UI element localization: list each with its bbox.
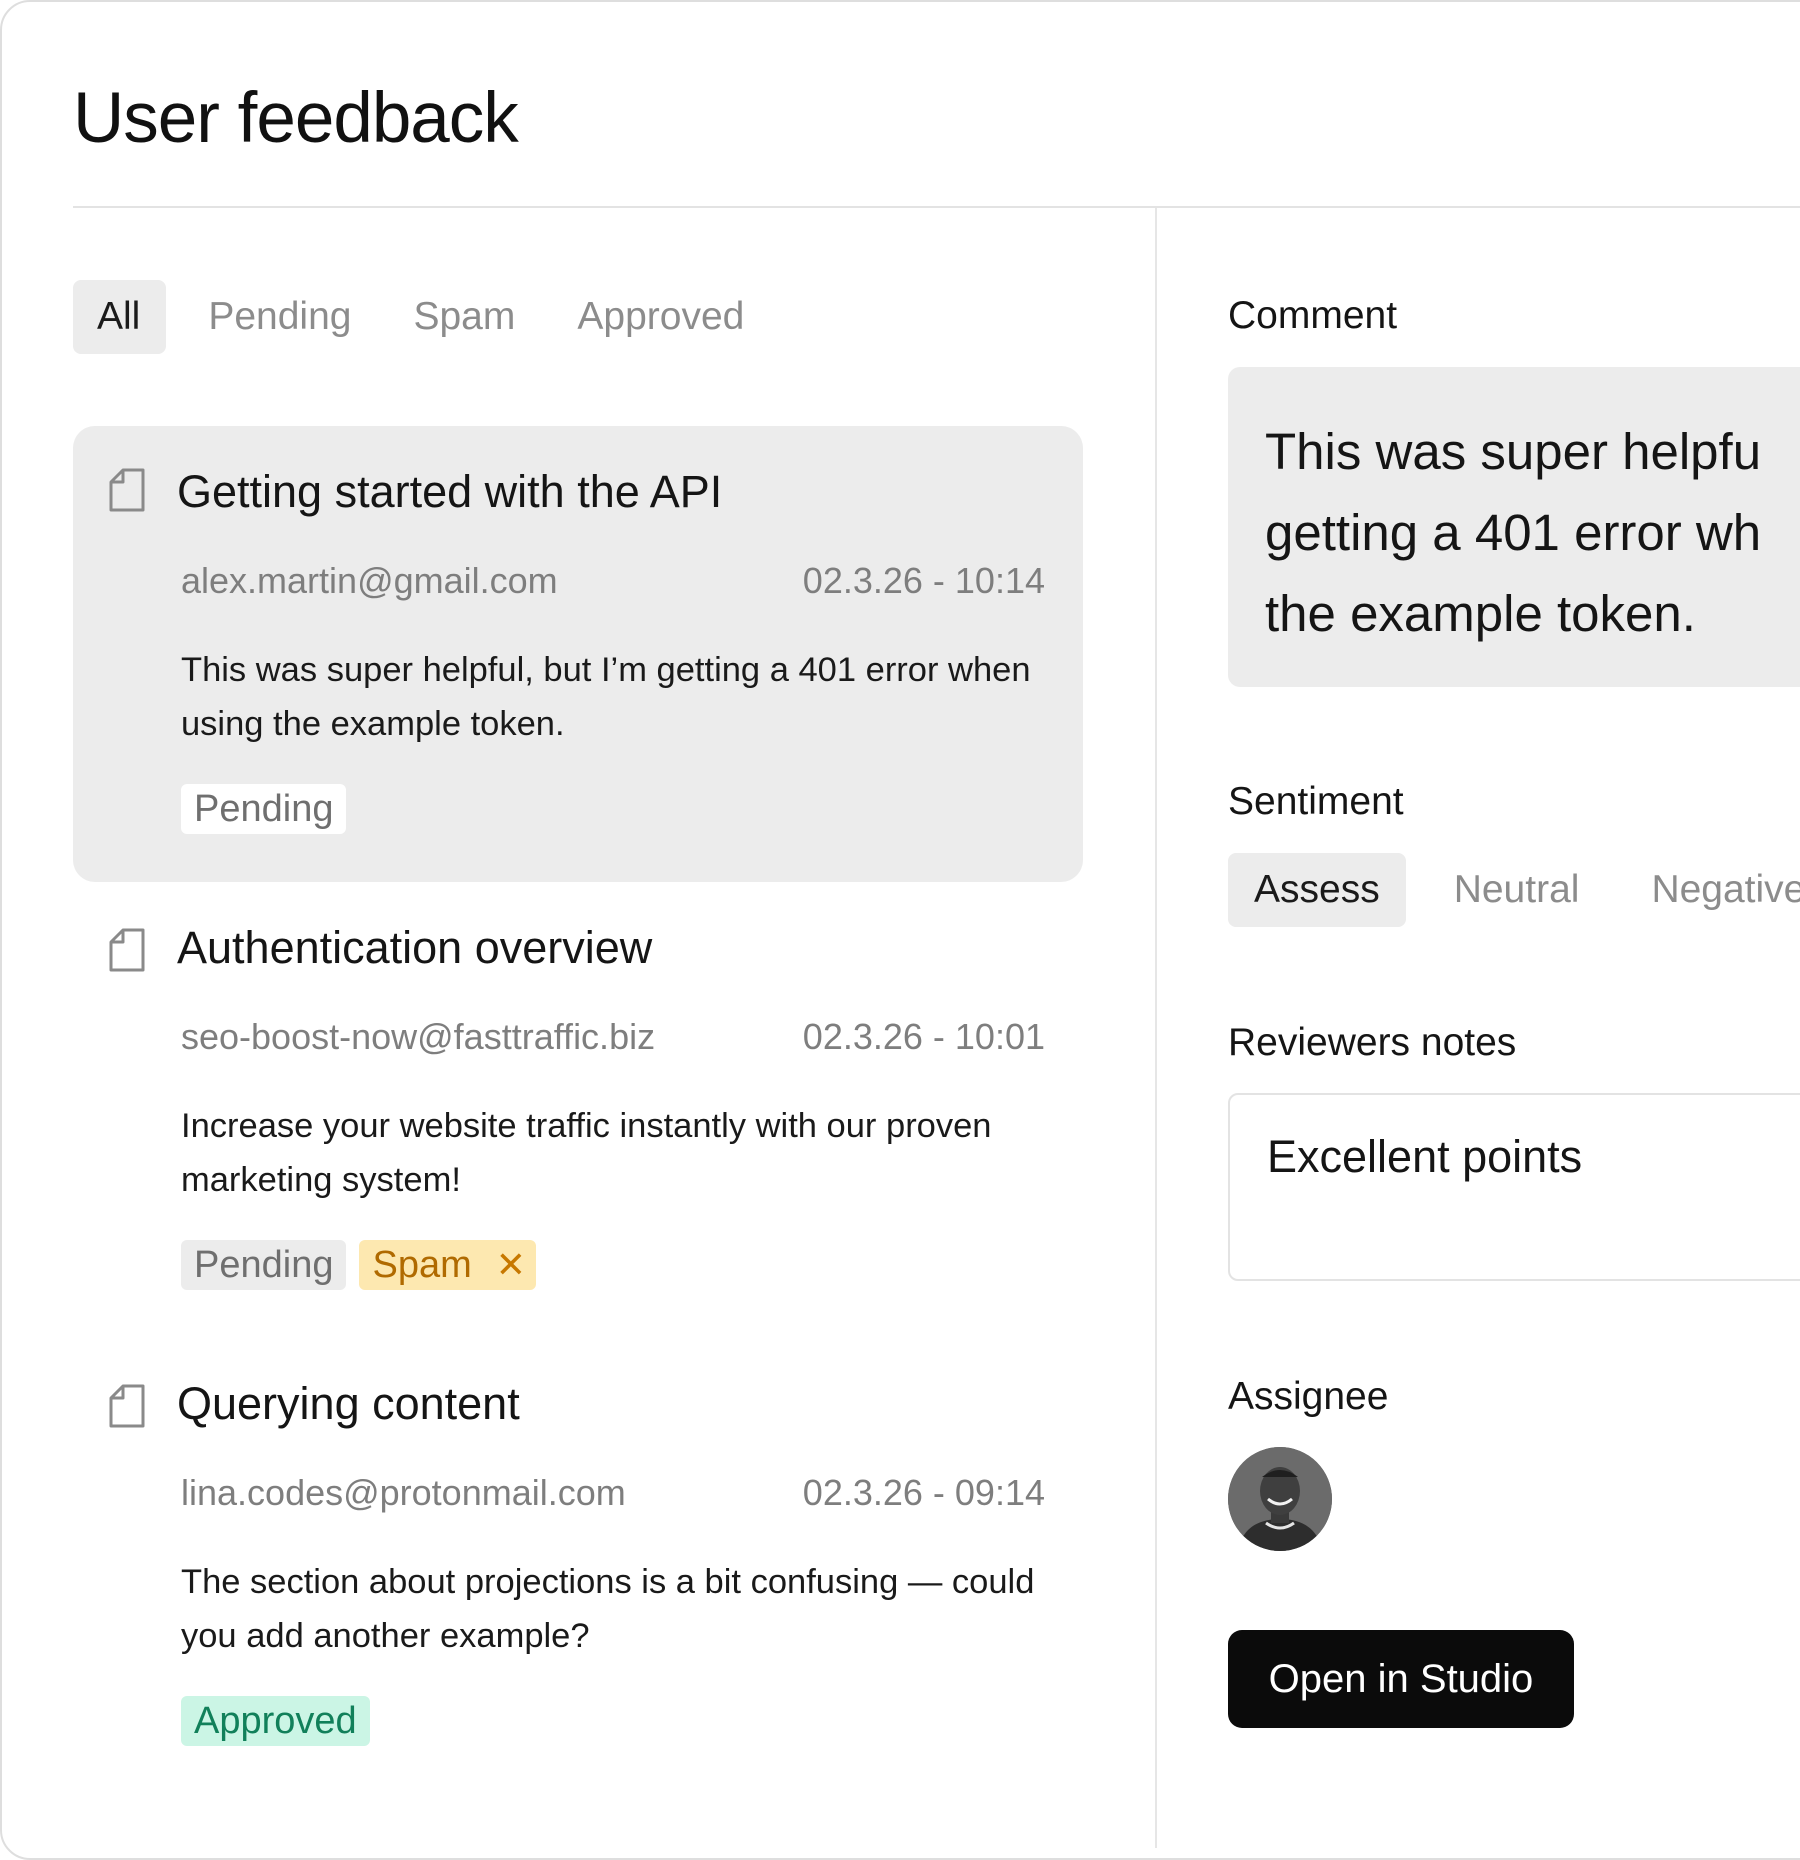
tab-pending[interactable]: Pending — [188, 280, 371, 354]
feedback-email: alex.martin@gmail.com — [181, 560, 558, 601]
status-badge-pending: Pending — [181, 1240, 347, 1290]
assignee-label: Assignee — [1228, 1375, 1389, 1418]
feedback-tags: Pending Spam ✕ — [181, 1240, 536, 1290]
feedback-title: Authentication overview — [177, 922, 653, 973]
feedback-comment: This was super helpful, but I’m getting … — [181, 651, 1031, 743]
sentiment-neutral[interactable]: Neutral — [1430, 853, 1604, 927]
tab-spam[interactable]: Spam — [393, 280, 535, 354]
feedback-comment: Increase your website traffic instantly … — [181, 1107, 992, 1199]
feedback-item[interactable]: Getting started with the API alex.martin… — [73, 426, 1083, 882]
column-divider — [1155, 208, 1157, 1848]
sentiment-assess[interactable]: Assess — [1228, 853, 1406, 927]
status-badge-approved: Approved — [181, 1696, 370, 1746]
feedback-meta: seo-boost-now@fasttraffic.biz 02.3.26 - … — [181, 1016, 1045, 1058]
feedback-title: Getting started with the API — [177, 466, 723, 517]
avatar[interactable] — [1228, 1447, 1332, 1551]
comment-line: the example token. — [1265, 585, 1696, 642]
feedback-timestamp: 02.3.26 - 10:01 — [802, 1016, 1045, 1057]
comment-line: This was super helpfu — [1265, 423, 1762, 480]
feedback-tags: Pending — [181, 784, 347, 834]
sentiment-label: Sentiment — [1228, 780, 1404, 823]
reviewers-notes-field[interactable]: Excellent points — [1228, 1093, 1800, 1281]
tab-approved[interactable]: Approved — [557, 280, 764, 354]
sentiment-negative[interactable]: Negative — [1627, 853, 1800, 927]
feedback-item[interactable]: Querying content lina.codes@protonmail.c… — [73, 1338, 1083, 1794]
tab-all[interactable]: All — [73, 280, 167, 354]
feedback-email: lina.codes@protonmail.com — [181, 1472, 626, 1513]
assignee-photo — [1228, 1447, 1332, 1551]
open-in-studio-button[interactable]: Open in Studio — [1228, 1630, 1574, 1728]
feedback-email: seo-boost-now@fasttraffic.biz — [181, 1016, 656, 1057]
sentiment-selector: Assess Neutral Negative — [1228, 853, 1800, 927]
status-badge-pending: Pending — [181, 784, 347, 834]
feedback-meta: lina.codes@protonmail.com 02.3.26 - 09:1… — [181, 1472, 1045, 1514]
feedback-item[interactable]: Authentication overview seo-boost-now@fa… — [73, 882, 1083, 1338]
comment-line: getting a 401 error wh — [1265, 504, 1762, 561]
header-divider — [73, 206, 1800, 208]
feedback-tags: Approved — [181, 1696, 370, 1746]
close-icon[interactable]: ✕ — [496, 1247, 526, 1283]
feedback-timestamp: 02.3.26 - 10:14 — [802, 560, 1045, 601]
feedback-timestamp: 02.3.26 - 09:14 — [802, 1472, 1045, 1513]
feedback-title: Querying content — [177, 1378, 520, 1429]
document-icon — [109, 468, 145, 512]
status-badge-spam: Spam ✕ — [359, 1240, 536, 1290]
filter-tabs: All Pending Spam Approved — [73, 280, 764, 354]
comment-preview: This was super helpfu getting a 401 error… — [1228, 367, 1800, 687]
comment-label: Comment — [1228, 294, 1398, 337]
reviewers-notes-label: Reviewers notes — [1228, 1021, 1517, 1064]
spam-badge-label: Spam — [372, 1243, 472, 1286]
page-title: User feedback — [73, 79, 519, 158]
document-icon — [109, 928, 145, 972]
document-icon — [109, 1384, 145, 1428]
feedback-comment: The section about projections is a bit c… — [181, 1563, 1035, 1655]
feedback-meta: alex.martin@gmail.com 02.3.26 - 10:14 — [181, 560, 1045, 602]
